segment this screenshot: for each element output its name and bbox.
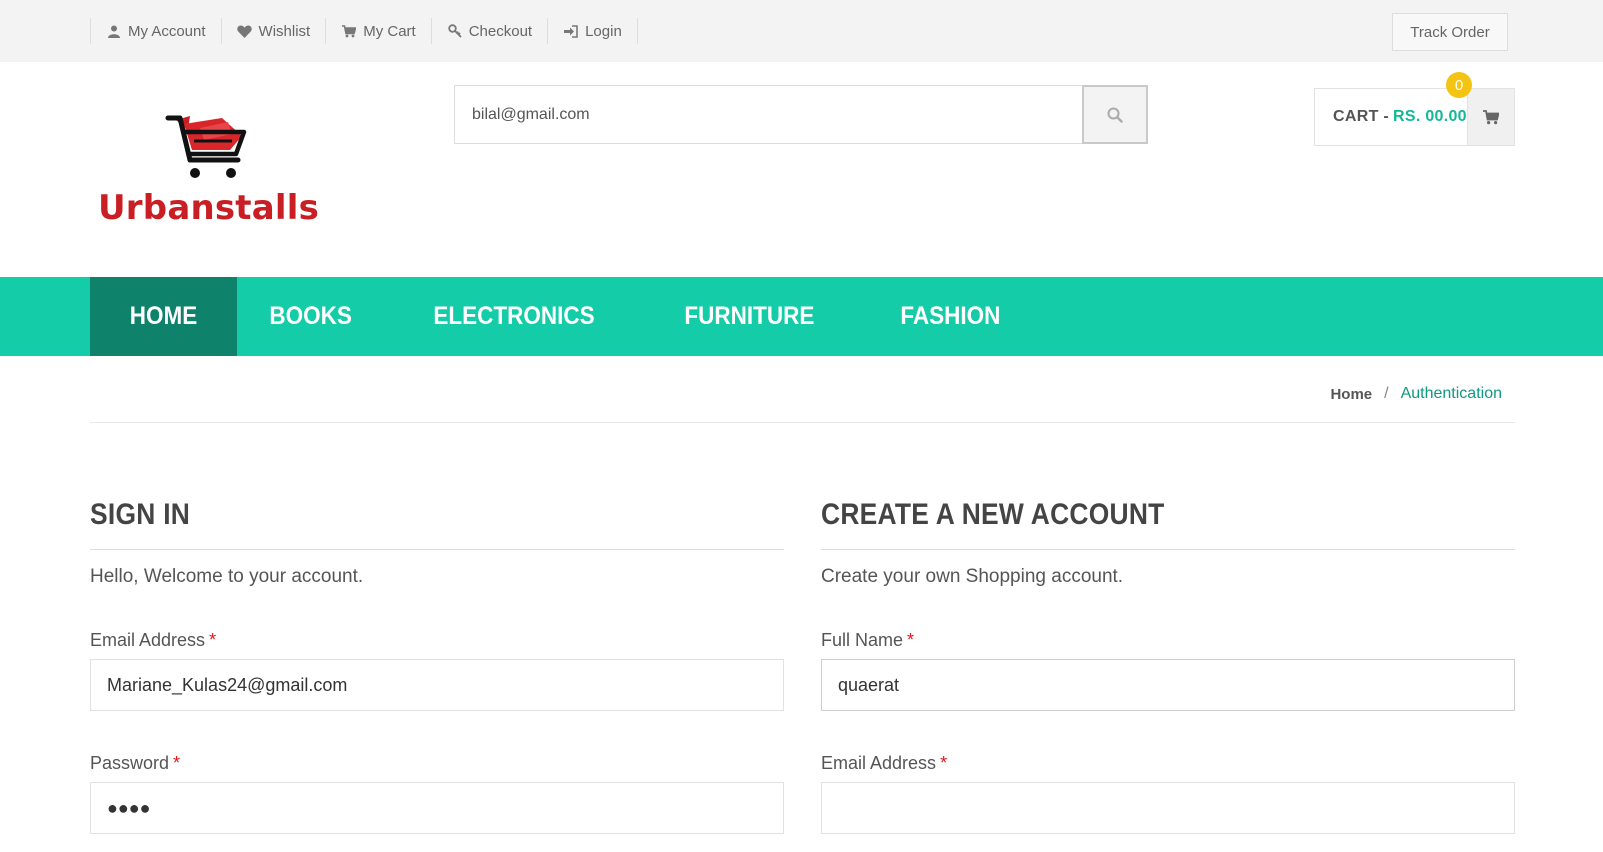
checkout-label: Checkout (468, 22, 533, 40)
header-cart[interactable]: CART - RS. 00.00 (1314, 88, 1515, 146)
wishlist-link[interactable]: Wishlist (222, 18, 327, 44)
create-email-label: Email Address * (821, 751, 1515, 775)
login-link[interactable]: Login (548, 18, 638, 44)
full-name-label-text: Full Name (821, 630, 904, 650)
create-account-title: CREATE A NEW ACCOUNT (821, 498, 1165, 531)
breadcrumb-home[interactable]: Home (1330, 386, 1372, 403)
search-input[interactable] (455, 86, 1082, 143)
sign-in-email-label: Email Address * (90, 628, 784, 652)
nav-item-home[interactable]: HOME (90, 277, 237, 356)
full-name-label: Full Name * (821, 628, 1515, 652)
checkout-link[interactable]: Checkout (432, 18, 549, 44)
breadcrumb-current: Authentication (1400, 385, 1502, 402)
cart-icon (1482, 109, 1499, 124)
search-icon (1107, 107, 1123, 123)
track-order-button[interactable]: Track Order (1392, 13, 1508, 51)
required-mark: * (907, 630, 915, 650)
search-bar (454, 85, 1148, 144)
heart-icon (237, 23, 253, 39)
sign-in-section: SIGN IN Hello, Welcome to your account. … (90, 495, 784, 834)
nav-item-home-label: HOME (129, 302, 198, 330)
sign-in-password-label: Password * (90, 751, 784, 775)
logo-cart-icon (165, 115, 247, 178)
main-nav: HOME BOOKS ELECTRONICS FURNITURE FASHION (0, 277, 1603, 356)
top-bar: My Account Wishlist My Cart Checkout Log… (0, 0, 1603, 62)
create-email-label-text: Email Address (821, 753, 937, 773)
cart-total: RS. 00.00 (1393, 108, 1467, 125)
sign-in-subtitle: Hello, Welcome to your account. (90, 566, 364, 587)
sign-in-title: SIGN IN (90, 498, 191, 531)
cart-label: CART - (1333, 108, 1390, 125)
sign-in-email-field[interactable] (90, 659, 784, 711)
sign-in-divider (90, 549, 784, 550)
create-account-subtitle: Create your own Shopping account. (821, 566, 1124, 587)
top-links: My Account Wishlist My Cart Checkout Log… (90, 18, 638, 44)
my-cart-label: My Cart (363, 22, 416, 40)
breadcrumb: Home / Authentication (1330, 385, 1502, 403)
my-account-link[interactable]: My Account (91, 18, 222, 44)
create-account-section: CREATE A NEW ACCOUNT Create your own Sho… (821, 495, 1515, 834)
logo-text: Urbanstalls (98, 188, 320, 228)
login-label: Login (585, 22, 622, 40)
nav-item-fashion[interactable]: FASHION (868, 277, 1033, 356)
breadcrumb-separator: / (1384, 385, 1389, 402)
user-icon (106, 23, 122, 39)
nav-item-electronics[interactable]: ELECTRONICS (401, 277, 627, 356)
sign-in-email-label-text: Email Address (90, 630, 206, 650)
cart-icon (341, 23, 357, 39)
create-email-field[interactable] (821, 782, 1515, 834)
my-cart-link[interactable]: My Cart (326, 18, 432, 44)
cart-count-badge: 0 (1446, 72, 1472, 98)
sign-in-password-field[interactable] (90, 782, 784, 834)
required-mark: * (209, 630, 217, 650)
required-mark: * (940, 753, 948, 773)
nav-item-furniture[interactable]: FURNITURE (652, 277, 847, 356)
full-name-field[interactable] (821, 659, 1515, 711)
cart-button[interactable] (1466, 89, 1514, 145)
sign-in-password-label-text: Password (90, 753, 170, 773)
required-mark: * (173, 753, 181, 773)
my-account-label: My Account (128, 22, 206, 40)
site-logo[interactable]: Urbanstalls (98, 110, 336, 234)
nav-item-books[interactable]: BOOKS (237, 277, 384, 356)
breadcrumb-divider (90, 422, 1515, 423)
search-button[interactable] (1082, 85, 1148, 144)
key-icon (447, 23, 463, 39)
sign-in-icon (563, 23, 579, 39)
create-account-divider (821, 549, 1515, 550)
wishlist-label: Wishlist (258, 22, 311, 40)
cart-summary: CART - RS. 00.00 (1315, 89, 1467, 145)
